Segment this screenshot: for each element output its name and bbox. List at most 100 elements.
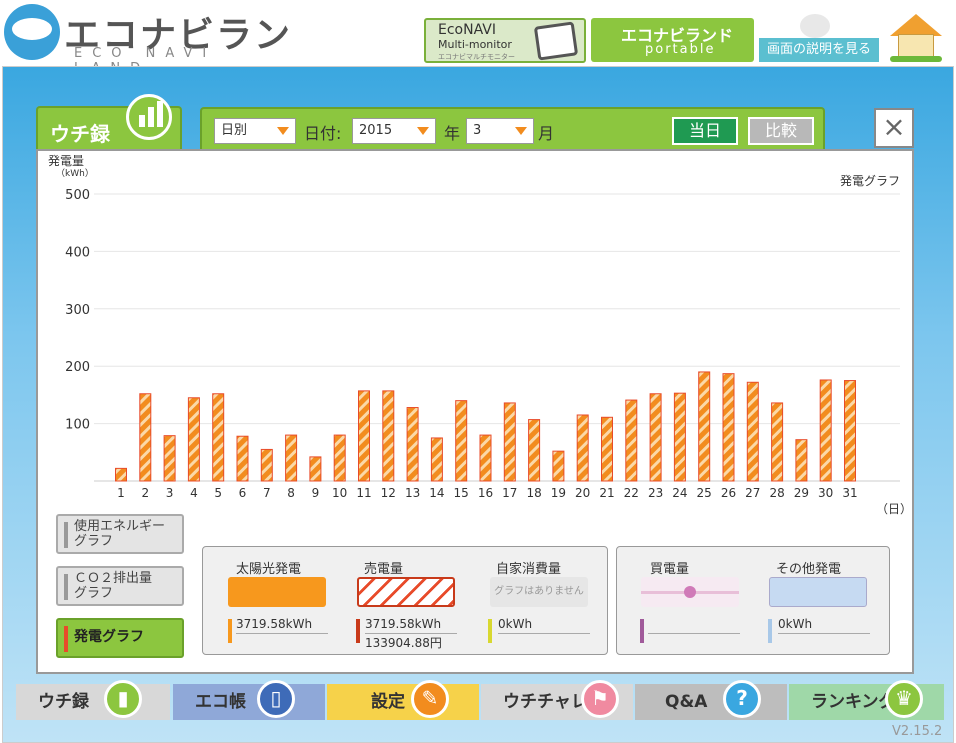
nav-uchiroku-label: ウチ録: [38, 692, 89, 712]
nav-uchiroku[interactable]: ウチ録 ▮: [16, 680, 170, 720]
legend-self-underline: [498, 633, 590, 634]
nav-uchichare-label: ウチチャレ: [503, 692, 588, 712]
bar-day-18: [528, 419, 541, 482]
legend-sell-swatch: [357, 577, 455, 607]
energy-usage-graph-button[interactable]: 使用エネルギー グラフ: [56, 514, 184, 554]
year-select[interactable]: 2015: [352, 118, 436, 144]
bar-day-14: [430, 437, 443, 482]
multimonitor-jp-label: エコナビマルチモニター: [438, 53, 515, 61]
legend-self-value: 0kWh: [498, 617, 533, 631]
today-button[interactable]: 当日: [672, 117, 738, 145]
portable-button[interactable]: エコナビランド portable: [591, 18, 754, 62]
x-tick-label: 11: [356, 486, 371, 497]
bar-day-4: [187, 397, 200, 482]
x-tick-label: 4: [190, 486, 198, 497]
multimonitor-label: Multi-monitor: [438, 38, 512, 51]
portable-subtitle: portable: [645, 42, 716, 57]
legend-solar-swatch: [228, 577, 326, 607]
bar-day-11: [358, 390, 370, 482]
bar-day-9: [309, 456, 322, 482]
bar-chart-icon: [126, 94, 172, 140]
bar-day-26: [722, 373, 735, 482]
x-tick-label: 14: [429, 486, 444, 497]
x-tick-label: 30: [818, 486, 833, 497]
legend-other-label: その他発電: [776, 562, 842, 577]
bar-day-15: [455, 400, 468, 482]
version-label: V2.15.2: [892, 724, 943, 739]
x-tick-label: 7: [263, 486, 271, 497]
x-tick-label: 13: [405, 486, 420, 497]
econavi-multimonitor-button[interactable]: EcoNAVI Multi-monitor エコナビマルチモニター: [424, 18, 586, 63]
x-tick-label: 20: [575, 486, 590, 497]
nav-ranking[interactable]: ランキング ♛: [789, 680, 944, 720]
nav-qa-label: Q&A: [665, 692, 708, 712]
legend-sell-label: 売電量: [364, 562, 404, 577]
legend-other-value: 0kWh: [778, 617, 813, 631]
eco-navi-land-logo: エコナビランド ECO NAVI LAND: [4, 4, 294, 108]
bar-day-13: [406, 407, 419, 482]
tab-label: ウチ録: [50, 122, 110, 146]
month-select[interactable]: 3: [466, 118, 534, 144]
bar-chart-icon: ▮: [104, 680, 142, 718]
nav-ranking-label: ランキング: [811, 692, 896, 712]
nav-settings-label: 設定: [371, 692, 405, 712]
compare-button[interactable]: 比較: [748, 117, 814, 145]
x-tick-label: 10: [332, 486, 347, 497]
legend-sell-marker: [356, 619, 360, 643]
date-label: 日付:: [304, 124, 342, 143]
bar-day-6: [236, 435, 249, 482]
y-tick-label: 400: [65, 245, 90, 260]
nav-qa[interactable]: Q&A ?: [635, 680, 787, 720]
energy-usage-line1: 使用エネルギー: [74, 519, 166, 534]
filter-bar: 日別 日付: 2015 年 3 月 当日 比較: [200, 107, 825, 151]
legend-solar-label: 太陽光発電: [236, 562, 302, 577]
x-tick-label: 16: [478, 486, 493, 497]
bar-day-19: [552, 450, 565, 482]
wrench-icon: ✎: [411, 680, 449, 718]
buy-slider-knob-icon: [684, 586, 696, 598]
flag-icon: ⚑: [581, 680, 619, 718]
question-icon: ?: [723, 680, 761, 718]
co2-graph-button[interactable]: ＣＯ２排出量 グラフ: [56, 566, 184, 606]
nav-settings[interactable]: 設定 ✎: [327, 680, 479, 720]
bar-day-8: [285, 434, 298, 482]
legend-buy-underline: [648, 633, 740, 634]
notebook-icon: ▯: [257, 680, 295, 718]
nav-ecocho[interactable]: エコ帳 ▯: [173, 680, 325, 720]
chevron-down-icon: [515, 127, 527, 135]
co2-line2: グラフ: [74, 586, 114, 601]
legend-sell-yen: 133904.88円: [365, 636, 442, 650]
nav-uchichare[interactable]: ウチチャレ ⚑: [481, 680, 633, 720]
bar-day-3: [163, 435, 176, 482]
month-unit: 月: [538, 124, 555, 143]
y-tick-label: 100: [65, 418, 90, 433]
legend-other-swatch: [769, 577, 867, 607]
power-generation-graph-button[interactable]: 発電グラフ: [56, 618, 184, 658]
x-tick-label: 22: [624, 486, 639, 497]
bar-day-28: [771, 402, 784, 482]
y-tick-label: 200: [65, 360, 90, 375]
legend-buy-label: 買電量: [650, 562, 690, 577]
x-tick-label: 3: [166, 486, 174, 497]
bar-day-24: [673, 392, 686, 482]
y-tick-label: 300: [65, 303, 90, 318]
help-button[interactable]: 画面の説明を見る: [759, 38, 879, 62]
power-generation-chart: 100200300400500 1 2 3 4 5 6 7 8 9 10 11 12 13 14 15 16 1…: [65, 188, 900, 497]
home-icon[interactable]: [890, 14, 942, 62]
nav-ecocho-label: エコ帳: [195, 692, 246, 712]
close-button[interactable]: ×: [874, 108, 914, 148]
x-tick-label: 1: [117, 486, 125, 497]
bar-day-17: [503, 402, 516, 482]
bar-day-1: [115, 467, 127, 482]
bar-day-10: [333, 434, 346, 482]
chevron-down-icon: [417, 127, 429, 135]
period-select[interactable]: 日別: [214, 118, 296, 144]
top-bar: エコナビランド ECO NAVI LAND EcoNAVI Multi-moni…: [0, 0, 956, 108]
x-tick-label: 29: [794, 486, 809, 497]
x-tick-label: 24: [672, 486, 687, 497]
tab-uchiroku[interactable]: ウチ録: [36, 94, 182, 152]
legend-self-note: グラフはありません: [490, 577, 588, 607]
x-tick-label: 21: [599, 486, 614, 497]
y-tick-label: 500: [65, 188, 90, 203]
logo-bubble-icon: [4, 4, 60, 60]
